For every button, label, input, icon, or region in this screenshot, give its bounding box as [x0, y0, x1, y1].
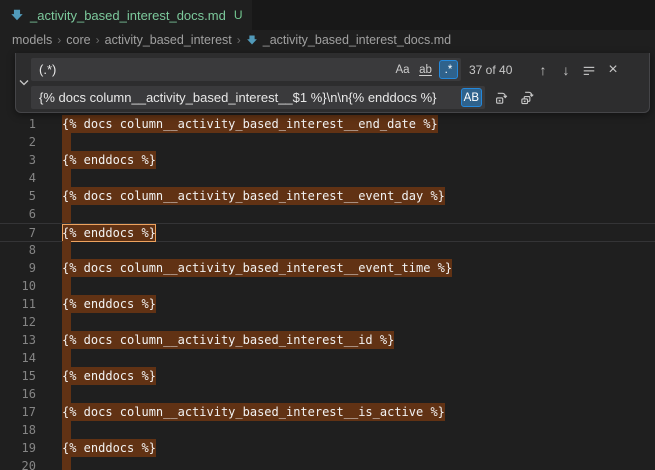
- match-highlight[interactable]: {% docs column__activity_based_interest_…: [62, 259, 452, 277]
- line-number: 10: [0, 277, 36, 295]
- tab-bar: _activity_based_interest_docs.md U: [0, 0, 655, 30]
- code-line[interactable]: 20: [0, 457, 655, 470]
- match-highlight[interactable]: {% docs column__activity_based_interest_…: [62, 115, 438, 133]
- code-line[interactable]: 14: [0, 349, 655, 367]
- empty-line-match-highlight[interactable]: [62, 349, 71, 367]
- empty-line-match-highlight[interactable]: [62, 277, 71, 295]
- match-highlight[interactable]: {% enddocs %}: [62, 151, 156, 169]
- breadcrumb-separator: ›: [57, 33, 61, 47]
- replace-icon[interactable]: [491, 88, 511, 108]
- match-highlight[interactable]: {% enddocs %}: [62, 295, 156, 313]
- code-line[interactable]: 11 {% enddocs %}: [0, 295, 655, 313]
- git-status-badge: U: [234, 8, 243, 22]
- line-number: 16: [0, 385, 36, 403]
- line-number: 19: [0, 439, 36, 457]
- breadcrumb-separator: ›: [237, 33, 241, 47]
- regex-toggle[interactable]: .*: [439, 60, 458, 79]
- find-replace-widget: (.*) Aa ab .* 37 of 40 ↑ ↓: [15, 53, 650, 113]
- previous-match-button[interactable]: ↑: [533, 60, 553, 80]
- line-number: 14: [0, 349, 36, 367]
- replace-input[interactable]: {% docs column__activity_based_interest_…: [31, 86, 485, 109]
- tab-title: _activity_based_interest_docs.md: [30, 8, 226, 23]
- line-number: 13: [0, 331, 36, 349]
- whole-word-toggle[interactable]: ab: [416, 60, 435, 79]
- code-line[interactable]: 8: [0, 241, 655, 259]
- code-line[interactable]: 5 {% docs column__activity_based_interest…: [0, 187, 655, 205]
- line-number: 9: [0, 259, 36, 277]
- match-count: 37 of 40: [469, 63, 521, 77]
- code-line[interactable]: 13 {% docs column__activity_based_interes…: [0, 331, 655, 349]
- code-line[interactable]: 15 {% enddocs %}: [0, 367, 655, 385]
- line-number: 7: [0, 224, 36, 242]
- editor-code-area[interactable]: 1{% docs column__activity_based_interest…: [0, 50, 655, 470]
- line-number: 1: [0, 115, 36, 133]
- code-line[interactable]: 2: [0, 133, 655, 151]
- vscode-window: _activity_based_interest_docs.md U model…: [0, 0, 655, 470]
- toggle-replace-button[interactable]: [16, 53, 31, 112]
- breadcrumb-item-core[interactable]: core: [66, 33, 90, 47]
- line-number: 12: [0, 313, 36, 331]
- empty-line-match-highlight[interactable]: [62, 385, 71, 403]
- line-number: 6: [0, 205, 36, 223]
- match-case-toggle[interactable]: Aa: [393, 60, 412, 79]
- breadcrumb-item-file[interactable]: _activity_based_interest_docs.md: [246, 33, 451, 47]
- line-number: 20: [0, 457, 36, 470]
- next-match-button[interactable]: ↓: [556, 60, 576, 80]
- code-line[interactable]: 10: [0, 277, 655, 295]
- match-highlight[interactable]: {% enddocs %}: [62, 224, 156, 242]
- empty-line-match-highlight[interactable]: [62, 241, 71, 259]
- code-line[interactable]: 17 {% docs column__activity_based_interes…: [0, 403, 655, 421]
- breadcrumb: models › core › activity_based_interest …: [0, 30, 655, 50]
- match-highlight[interactable]: {% docs column__activity_based_interest_…: [62, 331, 394, 349]
- line-number: 8: [0, 241, 36, 259]
- breadcrumb-item-models[interactable]: models: [12, 33, 52, 47]
- line-number: 18: [0, 421, 36, 439]
- code-line[interactable]: 12: [0, 313, 655, 331]
- line-number: 3: [0, 151, 36, 169]
- breadcrumb-separator: ›: [96, 33, 100, 47]
- tab-active-file[interactable]: _activity_based_interest_docs.md U: [0, 0, 252, 30]
- line-number: 4: [0, 169, 36, 187]
- match-highlight[interactable]: {% enddocs %}: [62, 439, 156, 457]
- code-line[interactable]: 4: [0, 169, 655, 187]
- match-highlight[interactable]: {% enddocs %}: [62, 367, 156, 385]
- file-icon: [10, 8, 24, 22]
- line-number: 17: [0, 403, 36, 421]
- line-number: 15: [0, 367, 36, 385]
- find-in-selection-icon[interactable]: [579, 60, 599, 80]
- file-icon: [246, 34, 258, 46]
- replace-input-value: {% docs column__activity_based_interest_…: [39, 90, 436, 105]
- line-number: 11: [0, 295, 36, 313]
- code-line[interactable]: 18: [0, 421, 655, 439]
- replace-all-icon[interactable]: [517, 88, 537, 108]
- empty-line-match-highlight[interactable]: [62, 205, 71, 223]
- breadcrumb-file-name: _activity_based_interest_docs.md: [263, 33, 451, 47]
- code-line[interactable]: 7 {% enddocs %}: [0, 223, 655, 242]
- empty-line-match-highlight[interactable]: [62, 457, 71, 470]
- code-line[interactable]: 3 {% enddocs %}: [0, 151, 655, 169]
- empty-line-match-highlight[interactable]: [62, 313, 71, 331]
- code-line[interactable]: 16: [0, 385, 655, 403]
- code-line[interactable]: 6: [0, 205, 655, 223]
- code-line[interactable]: 9 {% docs column__activity_based_interest…: [0, 259, 655, 277]
- empty-line-match-highlight[interactable]: [62, 169, 71, 187]
- empty-line-match-highlight[interactable]: [62, 133, 71, 151]
- code-line[interactable]: 19 {% enddocs %}: [0, 439, 655, 457]
- line-number: 5: [0, 187, 36, 205]
- close-icon[interactable]: ×: [603, 60, 623, 80]
- line-number: 2: [0, 133, 36, 151]
- match-highlight[interactable]: {% docs column__activity_based_interest_…: [62, 403, 445, 421]
- match-highlight[interactable]: {% docs column__activity_based_interest_…: [62, 187, 445, 205]
- breadcrumb-item-activity-based-interest[interactable]: activity_based_interest: [105, 33, 232, 47]
- search-input[interactable]: (.*) Aa ab .*: [31, 58, 461, 81]
- empty-line-match-highlight[interactable]: [62, 421, 71, 439]
- preserve-case-toggle[interactable]: AB: [461, 88, 482, 107]
- search-input-value: (.*): [39, 62, 56, 77]
- code-line[interactable]: 1 {% docs column__activity_based_interest…: [0, 115, 655, 133]
